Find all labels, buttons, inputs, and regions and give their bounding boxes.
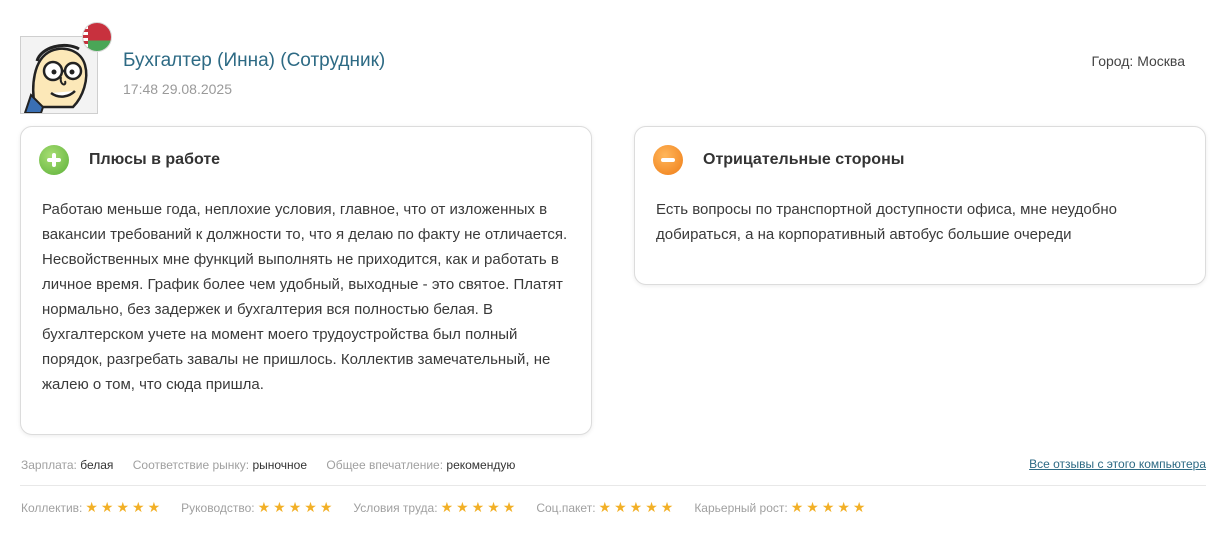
- rating-benefits: Соц.пакет: ★★★★★: [536, 499, 676, 516]
- rating-career: Карьерный рост: ★★★★★: [694, 499, 868, 516]
- cons-text: Есть вопросы по транспортной доступности…: [656, 201, 1117, 243]
- salary-label: Зарплата:: [21, 458, 77, 472]
- star-icon: ★★★★★: [440, 499, 519, 515]
- star-icon: ★★★★★: [85, 499, 164, 515]
- star-icon: ★★★★★: [790, 499, 869, 515]
- star-icon: ★★★★★: [257, 499, 336, 515]
- rating-label: Руководство:: [181, 500, 255, 515]
- rating-label: Карьерный рост:: [694, 500, 788, 515]
- salary-value: белая: [80, 458, 114, 472]
- rating-team: Коллектив: ★★★★★: [21, 499, 163, 516]
- review-city: Город: Москва: [1091, 53, 1185, 69]
- pros-text: Работаю меньше года, неплохие условия, г…: [42, 201, 568, 393]
- cons-title: Отрицательные стороны: [703, 151, 905, 168]
- review-datetime: 17:48 29.08.2025: [123, 81, 232, 97]
- impression-value: рекомендую: [446, 458, 516, 472]
- review-meta: Зарплата: белая Соответствие рынку: рыно…: [21, 458, 531, 472]
- minus-circle-icon: [653, 145, 683, 175]
- market-label: Соответствие рынку:: [132, 458, 250, 472]
- divider: [20, 485, 1206, 486]
- rating-label: Коллектив:: [21, 500, 83, 515]
- rating-label: Соц.пакет:: [536, 500, 596, 515]
- market-value: рыночное: [252, 458, 308, 472]
- cons-card: Отрицательные стороны Есть вопросы по тр…: [634, 126, 1206, 285]
- rating-label: Условия труда:: [353, 500, 438, 515]
- rating-management: Руководство: ★★★★★: [181, 499, 335, 516]
- star-icon: ★★★★★: [598, 499, 677, 515]
- pros-header: Плюсы в работе: [39, 144, 220, 176]
- cons-header: Отрицательные стороны: [653, 144, 904, 176]
- all-reviews-link[interactable]: Все отзывы с этого компьютера: [1029, 457, 1206, 471]
- rating-conditions: Условия труда: ★★★★★: [353, 499, 518, 516]
- belarus-flag-icon: [82, 22, 112, 52]
- pros-card: Плюсы в работе Работаю меньше года, непл…: [20, 126, 592, 435]
- review-author: Бухгалтер (Инна) (Сотрудник): [123, 50, 386, 71]
- impression-label: Общее впечатление:: [326, 458, 444, 472]
- pros-title: Плюсы в работе: [89, 151, 221, 168]
- ratings-row: Коллектив: ★★★★★ Руководство: ★★★★★ Усло…: [21, 499, 886, 516]
- plus-circle-icon: [39, 145, 69, 175]
